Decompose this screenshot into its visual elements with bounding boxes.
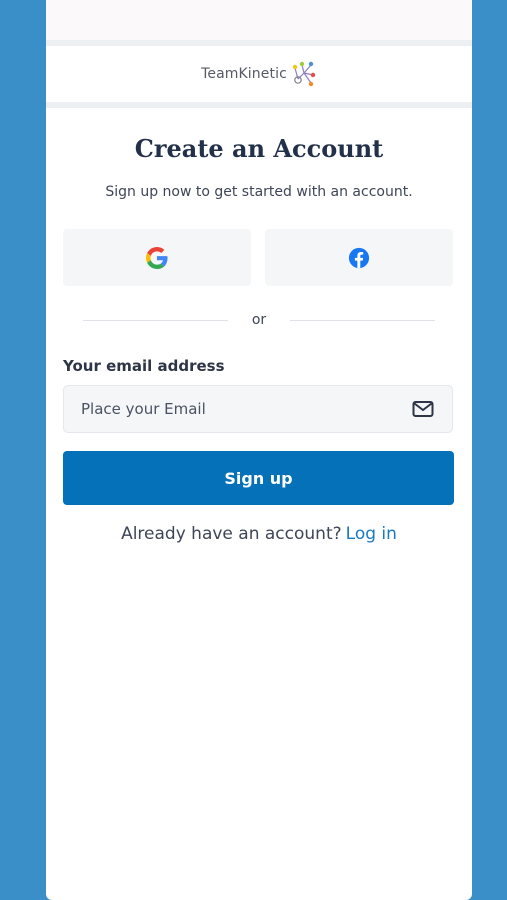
login-prompt-row: Already have an account? Log in bbox=[46, 524, 472, 544]
page-title: Create an Account bbox=[134, 134, 384, 163]
login-prompt-text: Already have an account? bbox=[121, 524, 342, 544]
google-g-icon bbox=[146, 246, 168, 269]
brand-name: TeamKinetic bbox=[201, 66, 287, 82]
sign-up-button[interactable]: Sign up bbox=[63, 451, 454, 505]
separator-line-right bbox=[290, 320, 435, 321]
signup-card: TeamKinetic Create an Account Sign up no… bbox=[46, 0, 472, 900]
header-divider-bottom bbox=[46, 102, 472, 108]
google-signup-button[interactable] bbox=[63, 229, 251, 286]
page-subtitle: Sign up now to get started with an accou… bbox=[105, 184, 413, 200]
login-link[interactable]: Log in bbox=[346, 524, 397, 544]
top-strip bbox=[46, 0, 472, 40]
facebook-f-icon bbox=[348, 247, 370, 268]
brand-logo: TeamKinetic bbox=[46, 46, 472, 102]
email-input[interactable] bbox=[64, 386, 404, 432]
brand-logo-icon bbox=[292, 61, 316, 87]
mail-icon bbox=[412, 401, 434, 417]
email-field-wrapper bbox=[63, 385, 453, 433]
email-label: Your email address bbox=[63, 357, 225, 375]
facebook-signup-button[interactable] bbox=[265, 229, 453, 286]
